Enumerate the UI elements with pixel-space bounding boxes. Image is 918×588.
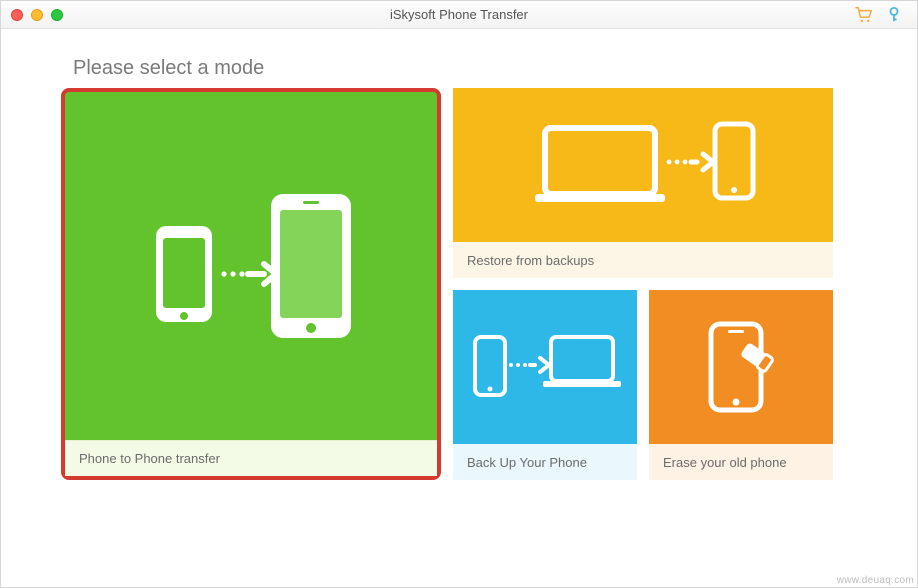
backup-illustration [453,290,637,444]
phone-to-phone-illustration [65,92,437,440]
restore-illustration [453,88,833,242]
close-window-button[interactable] [11,9,23,21]
mode-card-backup[interactable]: Back Up Your Phone [453,290,637,480]
mode-card-label: Back Up Your Phone [453,444,637,480]
mode-card-phone-to-phone[interactable]: Phone to Phone transfer [61,88,441,480]
watermark: www.deuaq.com [837,575,914,586]
cart-icon[interactable] [855,7,873,23]
erase-illustration [649,290,833,444]
mode-card-erase[interactable]: Erase your old phone [649,290,833,480]
app-window: iSkysoft Phone Transfer Please select a … [0,0,918,588]
mode-heading: Please select a mode [73,57,857,80]
mode-card-restore[interactable]: Restore from backups [453,88,833,278]
minimize-window-button[interactable] [31,9,43,21]
mode-card-label: Erase your old phone [649,444,833,480]
mode-card-label: Phone to Phone transfer [65,440,437,476]
window-controls [1,9,63,21]
content-area: Please select a mode [1,29,917,587]
titlebar: iSkysoft Phone Transfer [1,1,917,29]
window-title: iSkysoft Phone Transfer [1,7,917,22]
zoom-window-button[interactable] [51,9,63,21]
key-icon[interactable] [887,7,901,23]
mode-card-label: Restore from backups [453,242,833,278]
